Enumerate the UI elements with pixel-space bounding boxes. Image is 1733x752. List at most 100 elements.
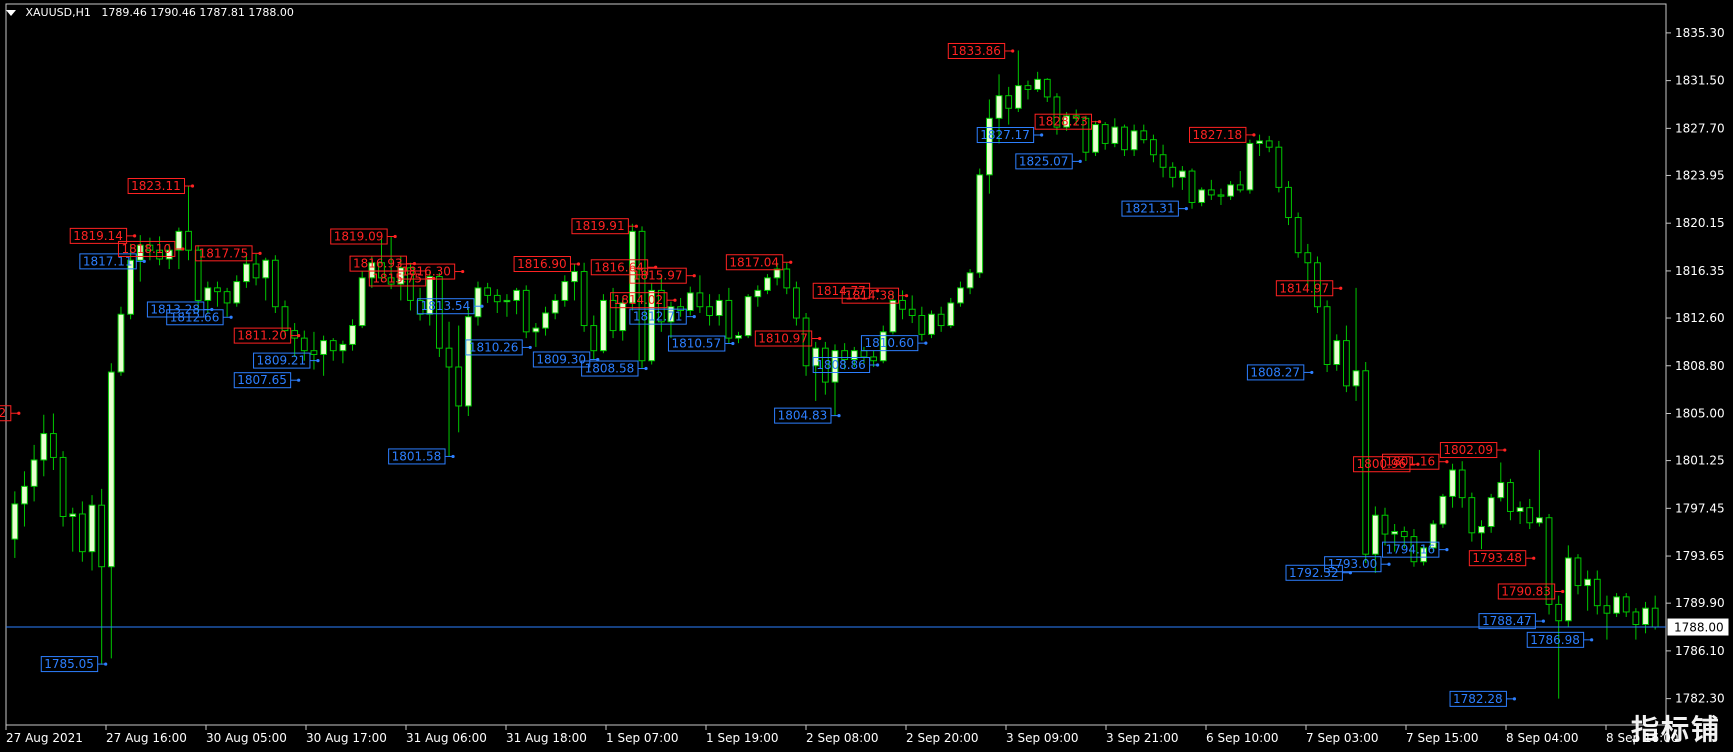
candle [1140,124,1148,144]
candle [1343,325,1350,393]
candle [329,338,337,361]
label-text: 1809.21 [257,354,307,368]
x-tick-label: 2 Sep 08:00 [806,731,878,745]
candle [1130,124,1138,156]
y-tick-label: 1786.10 [1675,644,1725,658]
y-tick-label: 1801.25 [1675,454,1725,468]
candle-body [686,292,694,311]
label-text: 1802.09 [1443,443,1493,457]
low-price-label: 1788.47 [1478,613,1545,630]
candle [1516,501,1524,525]
candle-body [30,459,38,487]
y-tick-label: 1820.15 [1675,216,1725,230]
candle [918,306,926,341]
watermark-logo: 指标铺 [1630,713,1721,746]
label-text: 1808.27 [1250,365,1300,379]
y-tick-label: 1805.00 [1675,406,1725,420]
candle [1092,120,1099,156]
candle [1323,300,1331,373]
label-dot [190,184,195,188]
label-dot [692,315,696,319]
candle-body [11,503,19,540]
x-tick-label: 1 Sep 07:00 [606,731,678,745]
label-dot [1532,556,1536,560]
candle [1188,168,1196,209]
label-text: 1801.58 [392,449,442,463]
label-dot [634,224,638,228]
candle [580,262,588,332]
candle-body [300,337,308,352]
candle [1294,212,1302,258]
candle [725,287,733,344]
candle-body [561,281,569,301]
label-text: 1807.65 [237,373,287,387]
candle-body [1217,194,1225,197]
candle [735,331,742,344]
x-tick-label: 30 Aug 05:00 [206,731,287,745]
x-tick-label: 7 Sep 03:00 [1306,731,1378,745]
candle [1236,171,1244,193]
y-tick-label: 1816.35 [1675,264,1725,278]
candle-body [214,287,221,293]
label-text: 1816.93 [353,257,403,271]
candle-body [1613,596,1620,614]
candle-body [706,306,713,317]
candle-body [107,371,115,568]
candle-body [243,263,250,283]
candle-body [1024,85,1032,90]
chart-menu-triangle-icon[interactable] [6,10,16,16]
candle-body [1593,578,1601,607]
candle-body [185,230,192,251]
price-chart[interactable]: 1835.30 1831.50 1827.70 1823.95 1820.15 1816.… [0,0,1733,752]
candle-body [1005,95,1013,109]
x-tick-label: 1 Sep 19:00 [706,731,778,745]
label-dot [297,378,301,382]
candle [1198,187,1206,207]
label-dot [1512,697,1517,701]
candle [1584,570,1592,611]
label-text: 1814.38 [845,289,895,303]
candle-body [271,259,279,308]
candle [339,340,347,364]
candle-body [860,350,868,358]
candle [271,255,279,313]
label-dot [1252,133,1256,137]
candle [503,294,511,317]
candle [455,325,463,433]
y-tick-label: 1793.65 [1675,549,1725,563]
candle [1043,78,1051,102]
x-tick-label: 31 Aug 06:00 [406,731,487,745]
high-price-label: 1817.04 [725,254,793,271]
label-dot [142,259,146,263]
candle-body [1034,78,1042,90]
candle-body [1140,130,1148,141]
candle [1603,595,1611,640]
candle-body [793,287,800,319]
candle [1285,181,1292,226]
label-dot [818,336,822,341]
label-text: 1818.10 [121,242,171,256]
label-text: 1814.02 [614,293,664,307]
high-price-label: 05.02 [0,405,21,422]
label-dot [1097,120,1102,124]
candle [831,344,839,416]
label-dot [461,269,465,274]
candle [1121,124,1128,156]
label-text: 1816.90 [517,257,567,271]
candle-body [696,292,704,308]
high-price-label: 1818.10 [117,240,185,257]
label-dot [17,411,21,415]
candle [1256,134,1263,156]
candle-body [1564,557,1572,622]
candle [464,307,472,416]
candle-body [773,268,781,279]
label-dot [229,315,233,319]
candle [40,414,48,477]
candle [976,168,984,278]
candle [754,285,762,307]
candle [11,491,19,558]
candle-body [571,271,578,283]
label-text: 1812.66 [170,310,220,324]
candle-body [474,287,482,318]
candle [686,286,694,316]
